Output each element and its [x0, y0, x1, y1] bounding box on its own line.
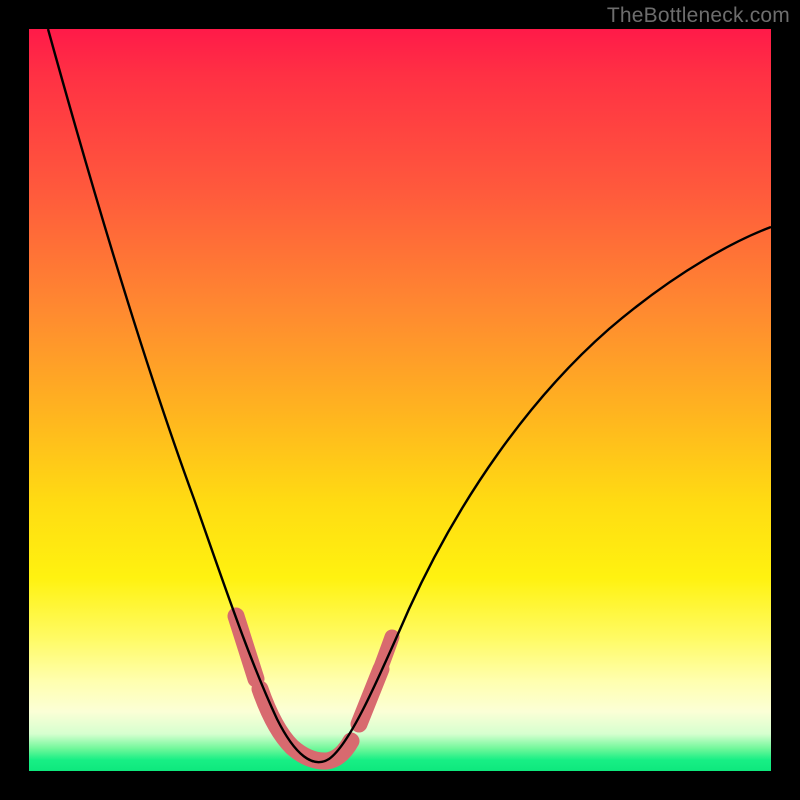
outer-frame: TheBottleneck.com	[0, 0, 800, 800]
curve-highlight-group	[236, 616, 392, 761]
curve-main	[48, 29, 771, 762]
bottleneck-curve	[29, 29, 771, 771]
plot-area	[29, 29, 771, 771]
watermark-text: TheBottleneck.com	[607, 4, 790, 28]
